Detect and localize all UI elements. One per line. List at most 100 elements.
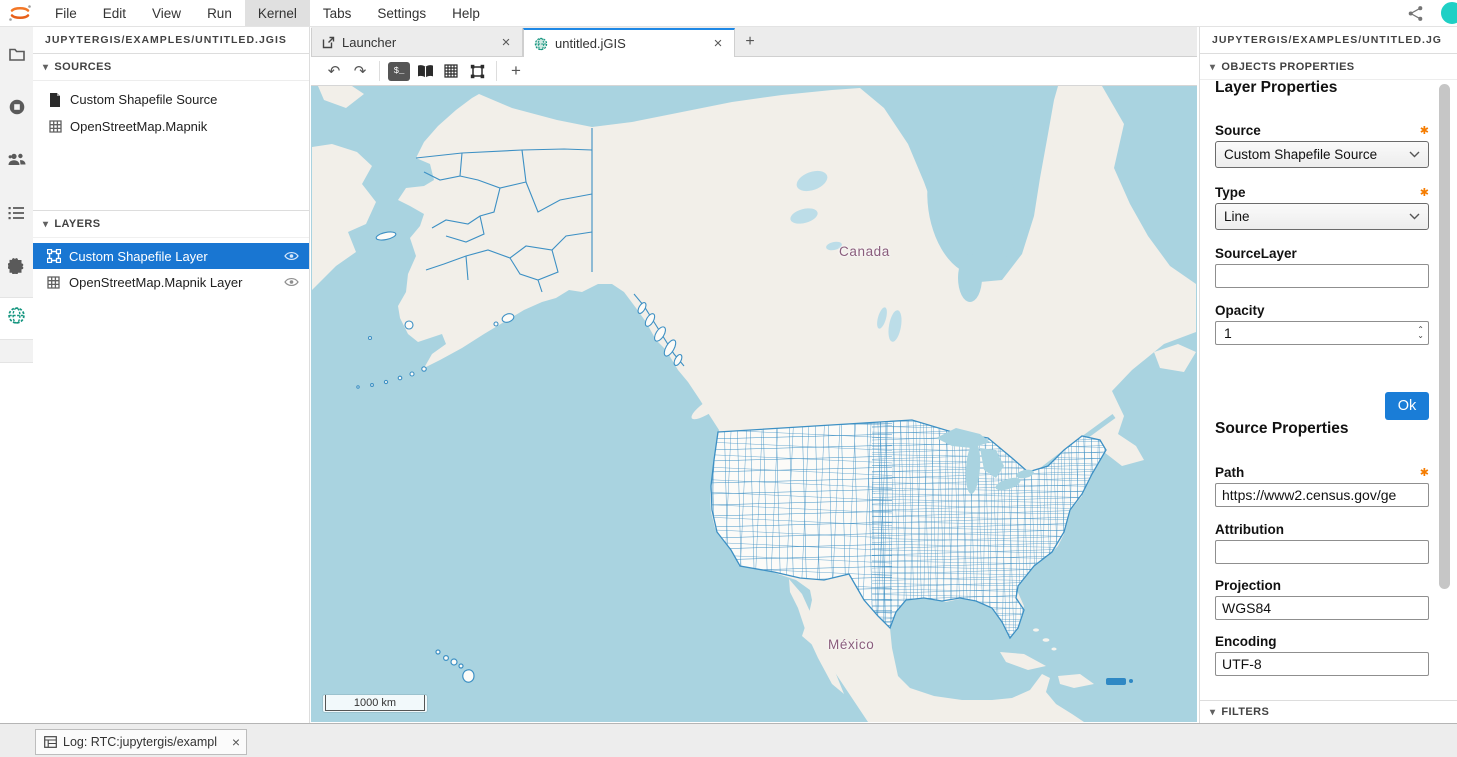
opacity-field-group: Opacity 1 ⌃⌄ [1215,302,1429,345]
user-avatar[interactable] [1440,1,1457,25]
menu-bar: File Edit View Run Kernel Tabs Settings … [0,0,1457,27]
jupytergis-globe-icon[interactable] [0,299,33,332]
table-of-contents-icon[interactable] [0,196,33,229]
log-console-tab[interactable]: Log: RTC:jupytergis/exampl [35,729,247,755]
source-select-value: Custom Shapefile Source [1224,147,1377,162]
undo-button[interactable] [321,59,347,83]
path-field-group: Path [1215,464,1429,507]
sourcelayer-input[interactable] [1215,264,1429,288]
tab-label: Launcher [342,35,396,50]
sources-section-title: SOURCES [54,61,111,73]
opacity-number-input[interactable]: 1 ⌃⌄ [1215,321,1429,345]
menu-edit[interactable]: Edit [90,0,139,26]
layer-item-custom-shapefile[interactable]: Custom Shapefile Layer [33,243,309,269]
map-label-canada: Canada [839,244,890,259]
ok-button[interactable]: Ok [1385,392,1429,420]
objects-properties-panel: JUPYTERGIS/EXAMPLES/UNTITLED.JG OBJECTS … [1199,26,1457,723]
right-panel-breadcrumb: JUPYTERGIS/EXAMPLES/UNTITLED.JG [1200,26,1457,54]
encoding-input[interactable] [1215,652,1429,676]
filters-section-header[interactable]: FILTERS [1200,700,1457,724]
projection-input[interactable] [1215,596,1429,620]
layer-item-openstreetmap[interactable]: OpenStreetMap.Mapnik Layer [33,269,309,295]
jgis-toolbar: $_ [311,57,1197,86]
layer-visibility-eye-icon[interactable] [284,277,299,287]
collaboration-users-icon[interactable] [0,143,33,176]
source-properties-title: Source Properties [1215,420,1429,438]
source-item-label: Custom Shapefile Source [70,92,217,107]
source-select[interactable]: Custom Shapefile Source [1215,141,1429,168]
layers-list: Custom Shapefile Layer OpenStreetMap.Map… [33,238,309,295]
menu-tabs[interactable]: Tabs [310,0,365,26]
attribution-field-group: Attribution [1215,521,1429,564]
type-select[interactable]: Line [1215,203,1429,230]
main-area: JUPYTERGIS/EXAMPLES/UNTITLED.JGIS SOURCE… [0,26,1457,723]
source-field-label: Source [1215,123,1261,138]
right-panel-scrollbar[interactable] [1439,84,1450,589]
type-field-group: Type Line [1215,184,1429,230]
menu-file[interactable]: File [42,0,90,26]
tab-close-icon[interactable] [232,734,240,750]
encoding-field-group: Encoding [1215,633,1429,676]
collapse-caret-icon [43,218,54,230]
jupyterlab-window: { "menubar": { "items": ["File", "Edit",… [0,0,1457,756]
tab-close-icon[interactable] [710,35,726,52]
source-item-openstreetmap[interactable]: OpenStreetMap.Mapnik [33,113,309,140]
collapse-caret-icon [1210,61,1221,73]
layer-visibility-eye-icon[interactable] [284,251,299,261]
opacity-value: 1 [1224,325,1232,341]
properties-form: Layer Properties Source Custom Shapefile… [1200,79,1457,726]
vector-layer-button[interactable] [464,59,490,83]
required-asterisk-icon [1420,463,1429,481]
sources-section-header[interactable]: SOURCES [33,54,309,81]
attribution-input[interactable] [1215,540,1429,564]
source-item-custom-shapefile[interactable]: Custom Shapefile Source [33,86,309,113]
vector-layer-icon [45,249,62,263]
new-tab-button[interactable] [735,28,765,56]
left-activity-bar [0,26,34,723]
raster-grid-icon [47,120,63,133]
tab-launcher[interactable]: Launcher [311,28,523,56]
document-tab-bar: Launcher untitled.jGIS [311,26,1197,57]
extension-manager-icon[interactable] [0,249,33,282]
menu-help[interactable]: Help [439,0,493,26]
running-sessions-icon[interactable] [0,90,33,123]
tab-untitled-jgis[interactable]: untitled.jGIS [523,28,735,57]
left-panel-breadcrumb: JUPYTERGIS/EXAMPLES/UNTITLED.JGIS [33,26,309,54]
add-layer-button[interactable] [503,59,529,83]
puerto-rico-shape [1106,678,1126,685]
log-icon [44,736,57,748]
tab-close-icon[interactable] [498,34,514,51]
projection-field-label: Projection [1215,578,1281,593]
file-browser-icon[interactable] [0,37,33,70]
collapse-caret-icon [43,61,54,73]
number-spinner-icon[interactable]: ⌃⌄ [1417,327,1424,339]
type-select-value: Line [1224,209,1250,224]
path-input[interactable] [1215,483,1429,507]
objects-properties-title: OBJECTS PROPERTIES [1221,61,1354,73]
chevron-down-icon [1409,213,1420,220]
projection-field-group: Projection [1215,577,1429,620]
filters-section-title: FILTERS [1221,706,1269,718]
open-map-book-button[interactable] [412,59,438,83]
chevron-down-icon [1409,151,1420,158]
raster-grid-icon [45,276,62,289]
raster-layer-button[interactable] [438,59,464,83]
jgis-globe-icon [534,37,548,51]
toolbar-separator [496,61,497,81]
opacity-field-label: Opacity [1215,303,1265,318]
path-field-label: Path [1215,465,1244,480]
sourcelayer-field-label: SourceLayer [1215,246,1297,261]
menu-kernel[interactable]: Kernel [245,0,310,26]
menu-settings[interactable]: Settings [364,0,439,26]
redo-button[interactable] [347,59,373,83]
menu-view[interactable]: View [139,0,194,26]
log-tab-label: Log: RTC:jupytergis/exampl [63,735,217,749]
objects-properties-section-header[interactable]: OBJECTS PROPERTIES [1200,54,1457,80]
sources-empty-space [33,140,309,210]
layers-section-header[interactable]: LAYERS [33,210,309,238]
console-button[interactable]: $_ [386,59,412,83]
menu-run[interactable]: Run [194,0,245,26]
required-asterisk-icon [1420,183,1429,201]
map-canvas[interactable]: Canada México 1000 km [311,86,1197,722]
share-icon[interactable] [1407,5,1424,22]
